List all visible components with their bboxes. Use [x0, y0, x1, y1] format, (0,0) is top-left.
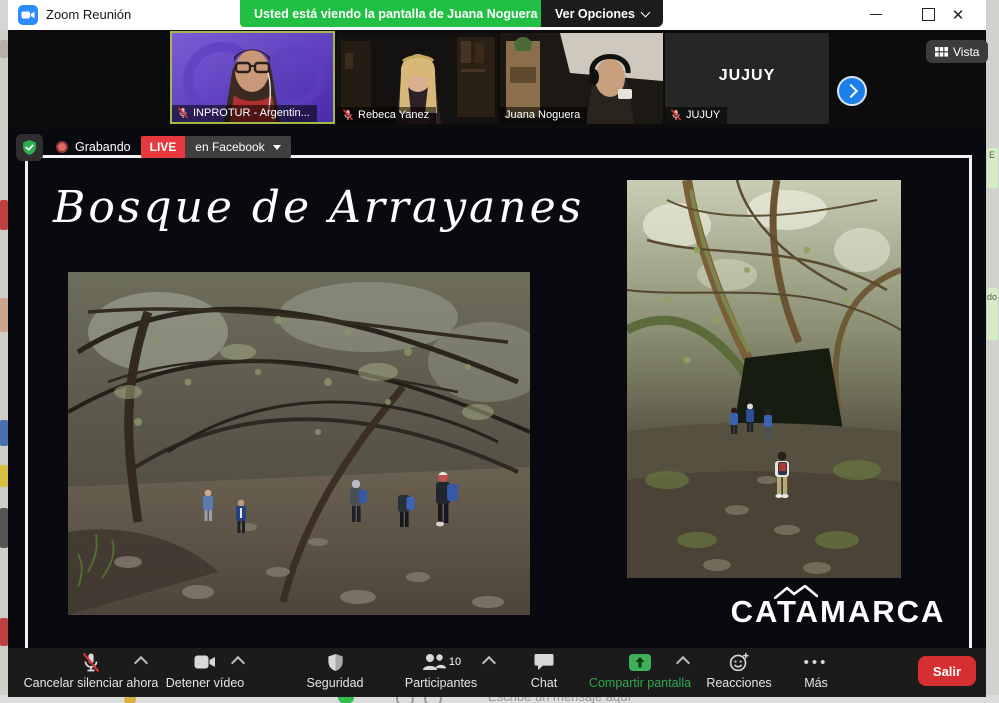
chat-bubble-icon — [534, 653, 554, 671]
background-thumbnail — [0, 618, 8, 646]
background-thumbnail — [0, 200, 8, 230]
security-button[interactable]: Seguridad — [285, 651, 385, 690]
vista-label: Vista — [953, 45, 979, 59]
background-thumbnail — [0, 465, 8, 487]
background-chat-bubble: E — [987, 148, 998, 188]
shared-screen: Bosque de Arrayanes — [8, 130, 986, 648]
mic-muted-icon — [670, 109, 682, 121]
view-options-button[interactable]: Ver Opciones — [541, 0, 663, 27]
close-icon: ✕ — [952, 6, 965, 24]
next-videos-button[interactable] — [837, 76, 867, 106]
participant-name-label: JUJUY — [665, 107, 727, 124]
share-screen-label: Compartir pantalla — [589, 676, 691, 690]
reactions-label: Reacciones — [706, 676, 771, 690]
reactions-button[interactable]: Reacciones — [689, 651, 789, 690]
chevron-right-icon — [843, 84, 857, 98]
window-title: Zoom Reunión — [46, 7, 131, 22]
participants-label: Participantes — [405, 676, 477, 690]
caret-down-icon — [273, 145, 281, 150]
background-thumbnail — [0, 40, 8, 58]
minimize-button[interactable] — [854, 0, 898, 29]
photo-hikers-trail — [68, 272, 530, 615]
photo-forest-path — [627, 180, 901, 578]
participant-name: Juana Noguera — [505, 109, 580, 121]
participants-count: 10 — [449, 656, 461, 668]
chat-label: Chat — [531, 676, 557, 690]
mic-muted-icon — [81, 652, 101, 673]
stop-video-button[interactable]: Detener vídeo — [145, 651, 265, 690]
meeting-status-row: Grabando LIVE en Facebook — [16, 133, 291, 161]
background-text-fragment: do — [987, 292, 997, 302]
mountain-accent-icon — [774, 585, 818, 599]
mic-muted-icon — [177, 107, 189, 119]
zoom-app-icon — [18, 5, 38, 25]
camera-icon — [194, 654, 216, 670]
security-label: Seguridad — [307, 676, 364, 690]
video-tile-jujuy[interactable]: JUJUY JUJUY — [665, 33, 829, 124]
background-thumbnail — [0, 420, 8, 446]
meeting-info-shield-button[interactable] — [16, 134, 43, 161]
live-badge: LIVE — [141, 136, 186, 158]
background-thumbnail — [0, 298, 8, 332]
vista-view-button[interactable]: Vista — [926, 40, 988, 63]
screen-share-banner: Usted está viendo la pantalla de Juana N… — [240, 0, 551, 27]
screenshot-root: E do Escribe un mensaje aquí Zoom Reunió… — [0, 0, 999, 703]
more-label: Más — [804, 676, 828, 690]
video-tile-rebeca[interactable]: Rebeca Yanez — [337, 33, 498, 124]
shield-check-icon — [21, 139, 38, 156]
background-text-fragment: E — [989, 150, 995, 160]
share-screen-icon — [628, 653, 652, 672]
shield-icon — [327, 653, 344, 672]
video-tile-inprotur[interactable]: INPROTUR - Argentin... — [170, 31, 335, 124]
participant-name: Rebeca Yanez — [358, 109, 429, 121]
video-strip: INPROTUR - Argentin... — [8, 30, 986, 130]
participant-display-name: JUJUY — [665, 67, 829, 85]
stop-video-label: Detener vídeo — [166, 676, 245, 690]
unmute-label: Cancelar silenciar ahora — [24, 676, 159, 690]
meeting-toolbar: Cancelar silenciar ahora Detener vídeo — [8, 648, 986, 697]
participant-name-label: Juana Noguera — [500, 107, 587, 124]
zoom-window: Zoom Reunión Usted está viendo la pantal… — [8, 0, 986, 697]
video-tile-juana[interactable]: Juana Noguera — [500, 33, 663, 124]
participant-name-label: Rebeca Yanez — [337, 107, 436, 124]
background-app-right-sliver: E do — [986, 0, 999, 703]
participant-name: INPROTUR - Argentin... — [193, 107, 310, 119]
recording-dot-icon — [56, 141, 68, 153]
slide-title: Bosque de Arrayanes — [53, 182, 553, 233]
more-button[interactable]: ••• Más — [776, 651, 856, 690]
background-chat-bubble: do — [987, 288, 998, 340]
live-platform-dropdown[interactable]: en Facebook — [185, 136, 290, 158]
mic-muted-icon — [342, 109, 354, 121]
participant-name: JUJUY — [686, 109, 720, 121]
participants-button[interactable]: 10 Participantes — [381, 651, 501, 690]
reactions-smiley-icon — [729, 652, 749, 672]
catamarca-logo: CATAMARCA — [718, 594, 958, 630]
title-bar: Zoom Reunión Usted está viendo la pantal… — [8, 0, 986, 31]
more-dots-icon: ••• — [804, 651, 829, 673]
recording-indicator[interactable]: Grabando — [56, 140, 131, 154]
chevron-down-icon — [640, 7, 650, 17]
grid-view-icon — [935, 47, 948, 57]
maximize-icon — [922, 8, 935, 21]
unmute-button[interactable]: Cancelar silenciar ahora — [16, 651, 166, 690]
background-thumbnail — [0, 508, 8, 548]
recording-label: Grabando — [75, 140, 131, 154]
view-options-label: Ver Opciones — [555, 7, 635, 21]
participant-name-label: INPROTUR - Argentin... — [172, 105, 317, 122]
leave-meeting-button[interactable]: Salir — [918, 656, 976, 686]
live-platform-label: en Facebook — [195, 140, 264, 154]
participants-icon — [421, 653, 447, 671]
minimize-icon — [870, 14, 882, 15]
close-button[interactable]: ✕ — [936, 0, 980, 29]
background-app-left-sliver — [0, 30, 8, 703]
